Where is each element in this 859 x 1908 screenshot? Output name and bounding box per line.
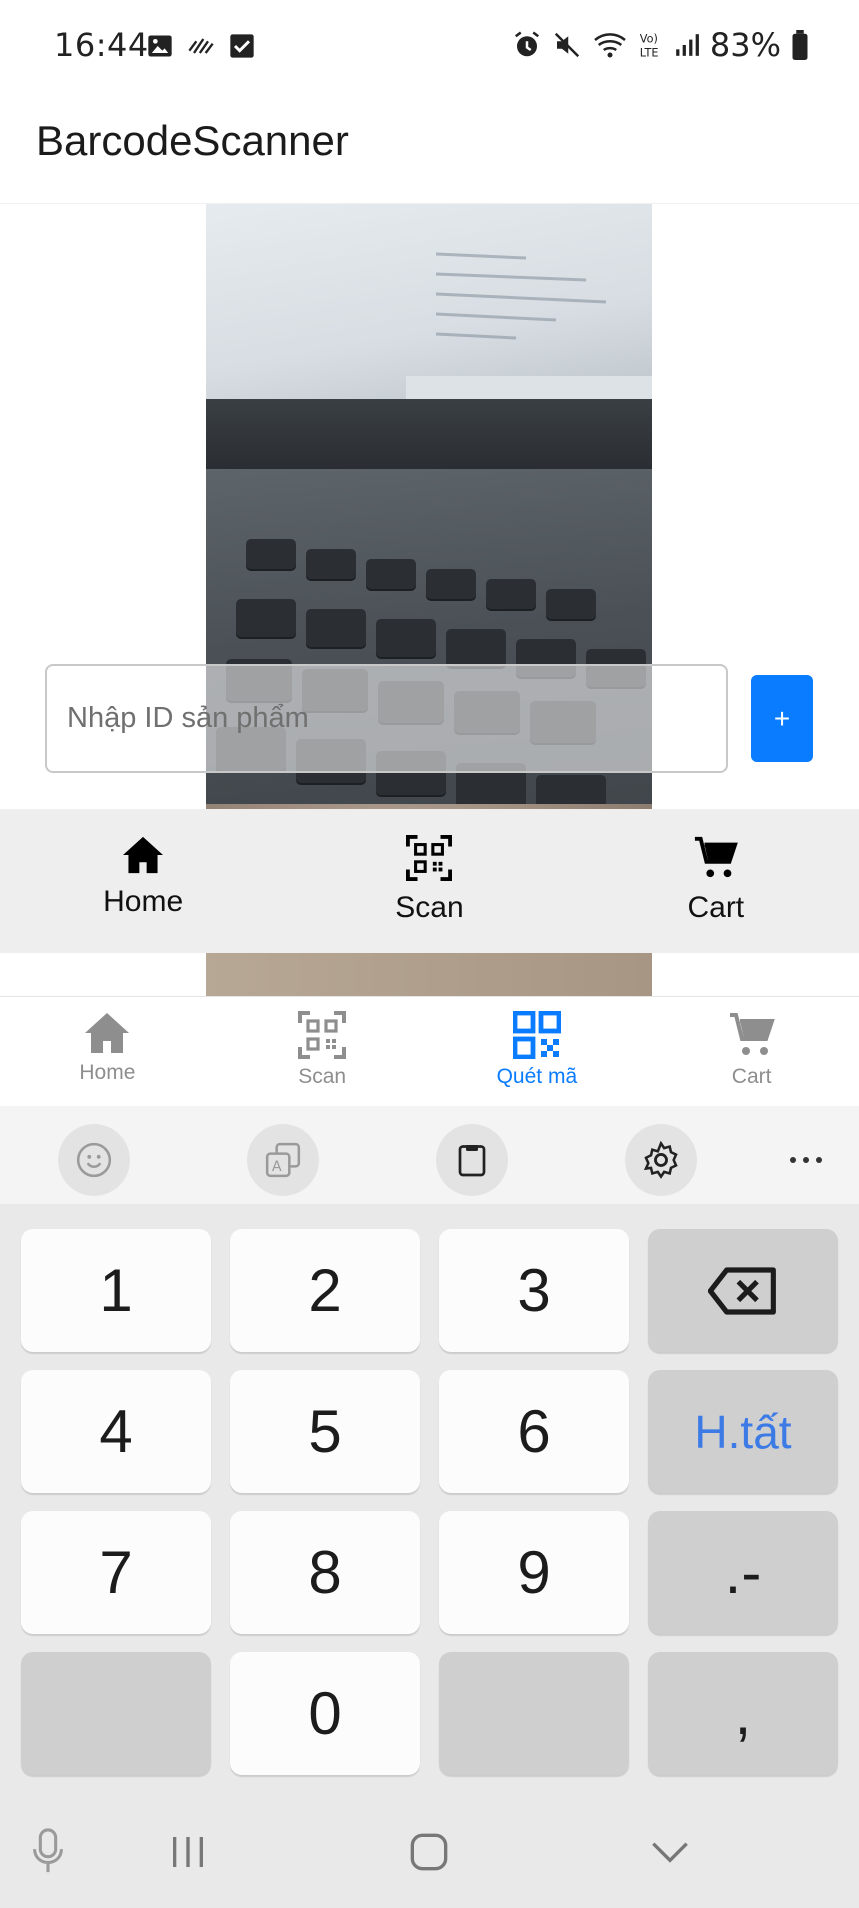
system-navigation-bar <box>0 1794 859 1908</box>
svg-text:A: A <box>272 1159 282 1175</box>
home-nav-icon[interactable] <box>409 1832 449 1872</box>
backspace-key[interactable] <box>648 1229 838 1352</box>
key-6[interactable]: 6 <box>439 1370 629 1493</box>
page-title: BarcodeScanner <box>36 117 349 164</box>
emoji-icon <box>76 1142 112 1178</box>
more-icon <box>790 1157 822 1163</box>
image-icon <box>148 35 172 57</box>
qr-scan-icon <box>298 1011 347 1059</box>
battery-icon <box>792 30 808 60</box>
clipboard-icon <box>458 1145 486 1177</box>
translate-button[interactable]: A <box>247 1124 319 1196</box>
cart-icon <box>729 1013 775 1055</box>
translate-icon: A <box>265 1142 301 1178</box>
key-8[interactable]: 8 <box>230 1511 420 1634</box>
emoji-button[interactable] <box>58 1124 130 1196</box>
key-4[interactable]: 4 <box>21 1370 211 1493</box>
key-3[interactable]: 3 <box>439 1229 629 1352</box>
done-key[interactable]: H.tất <box>648 1370 838 1493</box>
svg-text:LTE: LTE <box>640 46 659 59</box>
volte-icon: Vo)LTE <box>640 33 659 60</box>
nav-item-home[interactable]: Home <box>0 997 215 1106</box>
cart-icon <box>694 836 738 878</box>
checkbox-icon <box>230 34 254 58</box>
status-bar: 16:44 Vo) LTE 83% <box>0 0 859 92</box>
qr-code-icon <box>512 1011 561 1059</box>
inner-tab-cart-label: Cart <box>687 891 745 924</box>
comma-key[interactable]: , <box>648 1652 838 1775</box>
key-9[interactable]: 9 <box>439 1511 629 1634</box>
backspace-icon <box>708 1266 776 1315</box>
add-product-button[interactable]: + <box>751 675 813 762</box>
keyboard-settings-button[interactable] <box>625 1124 697 1196</box>
mic-icon[interactable] <box>28 1828 68 1874</box>
nav-item-quet-ma[interactable]: Quét mã <box>430 997 645 1106</box>
key-7[interactable]: 7 <box>21 1511 211 1634</box>
app-bar: BarcodeScanner <box>0 92 859 204</box>
settings-icon <box>643 1141 678 1179</box>
key-5[interactable]: 5 <box>230 1370 420 1493</box>
battery-percent: 83% <box>709 26 781 64</box>
inner-tab-cart[interactable]: Cart <box>573 809 859 953</box>
blank-key-right <box>439 1652 629 1775</box>
blank-key-left <box>21 1652 211 1775</box>
nav-scan-label: Scan <box>298 1065 347 1088</box>
hide-keyboard-icon[interactable] <box>650 1838 690 1866</box>
key-1[interactable]: 1 <box>21 1229 211 1352</box>
nav-quet-ma-label: Quét mã <box>496 1065 578 1088</box>
signal-activity-icon <box>188 38 214 54</box>
numeric-keyboard: 1 2 3 4 5 6 H.tất 7 8 9 .- 0 , <box>0 1204 859 1794</box>
inner-tab-home[interactable]: Home <box>0 809 286 953</box>
nav-item-cart[interactable]: Cart <box>644 997 859 1106</box>
nav-cart-label: Cart <box>731 1065 772 1088</box>
recents-icon[interactable] <box>168 1834 208 1870</box>
alarm-icon <box>514 31 539 57</box>
inner-tab-scan-label: Scan <box>395 891 464 924</box>
product-id-input[interactable] <box>45 664 728 773</box>
qr-scan-icon <box>406 835 453 881</box>
home-icon <box>123 836 164 874</box>
key-2[interactable]: 2 <box>230 1229 420 1352</box>
status-time: 16:44 <box>54 26 149 64</box>
clipboard-button[interactable] <box>436 1124 508 1196</box>
more-button[interactable] <box>770 1124 842 1196</box>
bottom-navigation: Home Scan Quét mã Cart <box>0 996 859 1106</box>
inner-tab-scan[interactable]: Scan <box>286 809 572 953</box>
nav-home-label: Home <box>79 1061 136 1084</box>
keyboard-toolbar: A <box>0 1106 859 1204</box>
svg-text:Vo): Vo) <box>640 33 658 46</box>
nav-item-scan[interactable]: Scan <box>215 997 430 1106</box>
dot-minus-key[interactable]: .- <box>648 1511 838 1634</box>
inner-tab-home-label: Home <box>103 885 184 918</box>
wifi-6-icon <box>594 33 626 58</box>
mute-icon <box>554 32 580 58</box>
cell-signal-icon <box>676 34 699 56</box>
key-0[interactable]: 0 <box>230 1652 420 1775</box>
inner-tab-bar: Home Scan Cart <box>0 809 859 953</box>
home-icon <box>85 1013 130 1053</box>
